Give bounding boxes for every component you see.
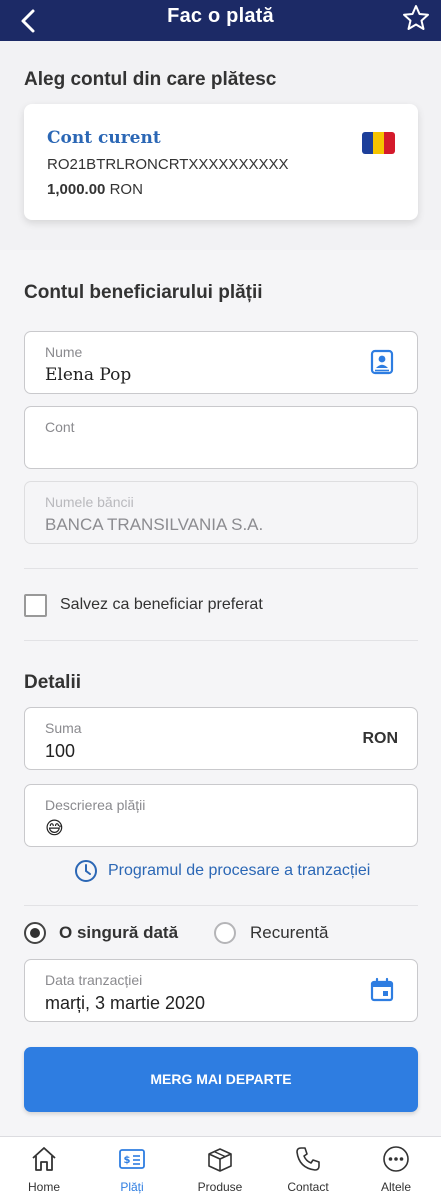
transaction-date-value: marți, 3 martie 2020 [45, 993, 206, 1013]
tab-home-label: Home [27, 1180, 60, 1194]
payments-icon: $ [119, 1149, 145, 1169]
beneficiary-name-value: Elena Pop [45, 365, 132, 385]
radio-once[interactable] [24, 922, 46, 944]
romania-flag-icon [362, 132, 395, 154]
tab-products[interactable]: Produse [176, 1137, 264, 1200]
tab-home[interactable]: Home [0, 1137, 88, 1200]
save-favorite-label[interactable]: Salvez ca beneficiar preferat [60, 596, 263, 614]
radio-once-label[interactable]: O singură dată [59, 923, 178, 943]
top-app-bar: Fac o plată [0, 0, 441, 41]
transaction-date-field[interactable]: Data tranzacției marți, 3 martie 2020 [24, 959, 418, 1022]
account-balance: 1,000.00 RON [47, 181, 143, 198]
tab-more[interactable]: Altele [352, 1137, 440, 1200]
beneficiary-account-field[interactable]: Cont [24, 406, 418, 469]
radio-recurring-label[interactable]: Recurentă [250, 923, 328, 943]
radio-recurring[interactable] [214, 922, 236, 944]
source-account-card[interactable]: Cont curent RO21BTRLRONCRTXXXXXXXXXX 1,0… [24, 104, 418, 220]
transaction-date-label: Data tranzacției [45, 972, 143, 988]
amount-currency: RON [362, 730, 398, 747]
description-field[interactable]: Descrierea plății 😅 [24, 784, 418, 847]
balance-amount: 1,000.00 [47, 181, 106, 198]
amount-field[interactable]: Suma 100 RON [24, 707, 418, 770]
details-title: Detalii [24, 672, 82, 693]
divider [24, 905, 418, 906]
account-name: Cont curent [47, 128, 161, 148]
tab-contact-label: Contact [287, 1180, 329, 1194]
beneficiary-name-label: Nume [45, 344, 83, 360]
star-icon[interactable] [401, 3, 431, 33]
svg-text:$: $ [124, 1155, 131, 1166]
contacts-icon[interactable] [369, 349, 395, 375]
description-label: Descrierea plății [45, 797, 146, 813]
bank-name-value: BANCA TRANSILVANIA S.A. [45, 515, 264, 534]
processing-schedule-link[interactable]: Programul de procesare a tranzacției [74, 858, 370, 884]
source-account-title: Aleg contul din care plătesc [24, 69, 277, 90]
beneficiary-name-field[interactable]: Nume Elena Pop [24, 331, 418, 394]
phone-icon [296, 1147, 320, 1171]
divider [24, 640, 418, 641]
beneficiary-title: Contul beneficiarului plății [24, 282, 263, 303]
more-icon [383, 1146, 409, 1172]
page-title: Fac o plată [167, 5, 274, 27]
home-icon [32, 1147, 56, 1171]
tab-payments-label: Plăți [120, 1180, 144, 1194]
processing-schedule-label: Programul de procesare a tranzacției [108, 862, 371, 879]
tab-contact[interactable]: Contact [264, 1137, 352, 1200]
box-icon [208, 1148, 232, 1172]
tab-products-label: Produse [197, 1180, 243, 1194]
bottom-tab-bar: Home $ Plăți Produse Contact Altele [0, 1136, 441, 1200]
tab-payments[interactable]: $ Plăți [88, 1137, 176, 1200]
clock-icon [75, 860, 97, 882]
calendar-icon[interactable] [369, 977, 395, 1003]
save-favorite-checkbox[interactable] [24, 594, 47, 617]
continue-button[interactable]: MERG MAI DEPARTE [24, 1047, 418, 1112]
bank-name-label: Numele băncii [45, 494, 134, 510]
divider [24, 568, 418, 569]
account-iban: RO21BTRLRONCRTXXXXXXXXXX [47, 156, 289, 173]
amount-value: 100 [45, 741, 76, 761]
amount-label: Suma [45, 720, 82, 736]
tab-more-label: Altele [380, 1180, 412, 1194]
description-value: 😅 [45, 818, 64, 838]
bank-name-field: Numele băncii BANCA TRANSILVANIA S.A. [24, 481, 418, 544]
balance-currency: RON [109, 181, 143, 198]
beneficiary-account-label: Cont [45, 419, 75, 435]
